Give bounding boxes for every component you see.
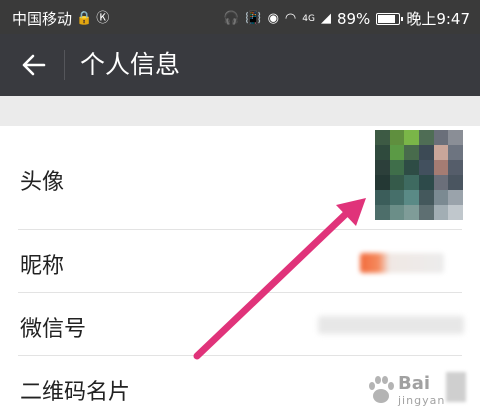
battery-level <box>378 14 396 23</box>
signal-icon: ◢ <box>320 10 331 26</box>
battery-icon <box>376 12 404 25</box>
paw-logo-icon <box>369 376 394 403</box>
k-badge-icon: Ⓚ <box>96 10 110 26</box>
network-type: 4G <box>302 13 315 24</box>
status-bar: 中国移动 🔒 Ⓚ 🎧 📳 ◉ ◠ 4G ◢ 89% 晚上9:47 <box>0 0 480 34</box>
wifi-icon: ◠ <box>284 10 297 26</box>
row-label-nickname: 昵称 <box>20 254 65 279</box>
watermark-subtext: jingyan <box>398 394 446 407</box>
page-title: 个人信息 <box>80 50 181 79</box>
back-arrow-icon <box>22 54 46 76</box>
row-label-qr-code: 二维码名片 <box>20 380 131 405</box>
battery-percent: 89% <box>336 9 371 28</box>
title-bar: 个人信息 <box>0 34 480 96</box>
headphones-icon: 🎧 <box>223 10 240 26</box>
section-gap <box>0 96 480 126</box>
avatar[interactable] <box>375 130 463 220</box>
row-label-wechat-id: 微信号 <box>20 317 87 342</box>
vibrate-icon: 📳 <box>245 10 262 26</box>
baidu-jingyan-watermark: Bai jingyan <box>366 366 474 416</box>
wechat-id-value <box>318 316 464 334</box>
eye-icon: ◉ <box>267 10 279 26</box>
nickname-value <box>360 253 444 273</box>
clock: 晚上9:47 <box>406 10 470 28</box>
back-button[interactable] <box>18 49 50 81</box>
status-right: 🎧 📳 ◉ ◠ 4G ◢ 89% 晚上9:47 <box>223 8 470 29</box>
lock-icon: 🔒 <box>76 10 93 26</box>
row-label-avatar: 头像 <box>20 170 65 195</box>
watermark-text: Bai <box>398 373 431 394</box>
title-divider <box>64 50 65 80</box>
carrier-name: 中国移动 <box>12 10 73 28</box>
status-left: 中国移动 🔒 Ⓚ <box>12 8 109 29</box>
